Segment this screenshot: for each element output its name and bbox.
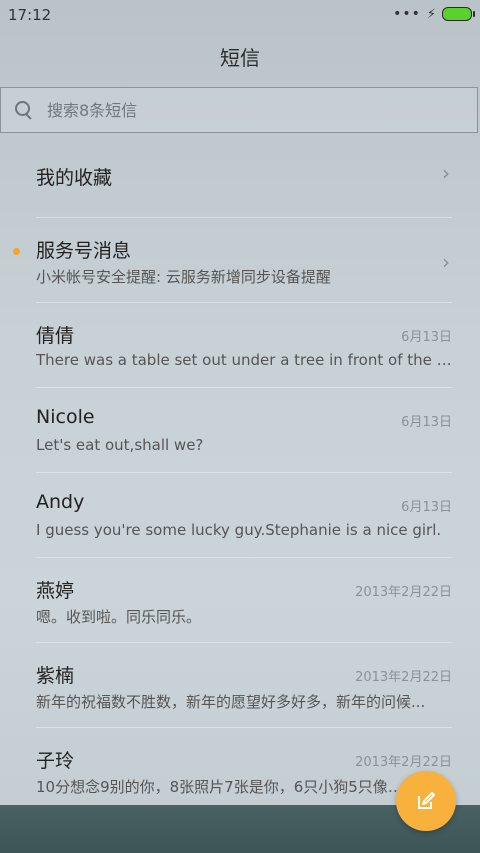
signal-dots-icon: ••• bbox=[393, 6, 421, 22]
list-item-date: 6月13日 bbox=[401, 415, 452, 430]
status-time: 17:12 bbox=[8, 6, 52, 24]
list-item[interactable]: 燕婷 2013年2月22日 嗯。收到啦。同乐同乐。 bbox=[36, 558, 452, 643]
chevron-right-icon: › bbox=[442, 161, 450, 185]
list-item[interactable]: 倩倩 6月13日 There was a table set out under… bbox=[36, 303, 452, 388]
search-input[interactable] bbox=[45, 99, 429, 121]
list-item-date: 6月13日 bbox=[401, 330, 452, 345]
list-item-title: 子玲 bbox=[36, 750, 75, 772]
list-item-title: 我的收藏 bbox=[36, 167, 113, 189]
search-icon bbox=[15, 101, 33, 120]
list-item-preview: I guess you're some lucky guy.Stephanie … bbox=[36, 521, 442, 539]
compose-icon bbox=[418, 792, 435, 809]
list-item-preview: 新年的祝福数不胜数，新年的愿望好多好多，新年的问候... bbox=[36, 693, 426, 711]
list-item-title: 紫楠 bbox=[36, 665, 75, 687]
unread-dot-icon bbox=[13, 248, 20, 255]
list-item-title: 燕婷 bbox=[36, 580, 75, 602]
status-bar: 17:12 ••• ⚡ bbox=[0, 0, 480, 30]
charging-icon: ⚡ bbox=[426, 6, 436, 22]
list-item[interactable]: Nicole 6月13日 Let's eat out,shall we? bbox=[36, 388, 452, 473]
list-item[interactable]: 子玲 2013年2月22日 10分想念9别的你，8张照片7张是你，6只小狗5只像… bbox=[36, 728, 452, 813]
list-item-date: 2013年2月22日 bbox=[355, 670, 452, 685]
search-bar[interactable] bbox=[0, 87, 478, 133]
list-item-title: 服务号消息 bbox=[36, 240, 132, 262]
page-title: 短信 bbox=[220, 45, 260, 70]
list-item-preview: Let's eat out,shall we? bbox=[36, 436, 204, 454]
list-item-preview: There was a table set out under a tree i… bbox=[36, 351, 452, 369]
compose-button[interactable] bbox=[396, 771, 456, 831]
list-item-title: Andy bbox=[36, 491, 85, 513]
status-icons: ••• ⚡ bbox=[393, 6, 475, 22]
battery-icon bbox=[442, 7, 475, 21]
list-item-date: 2013年2月22日 bbox=[355, 585, 452, 600]
list-item[interactable]: Andy 6月13日 I guess you're some lucky guy… bbox=[36, 473, 452, 558]
list-item-preview: 10分想念9别的你，8张照片7张是你，6只小狗5只像你... bbox=[36, 778, 416, 796]
favorites-item[interactable]: 我的收藏 › bbox=[36, 133, 452, 218]
service-messages-item[interactable]: 服务号消息 小米帐号安全提醒: 云服务新增同步设备提醒 › bbox=[13, 218, 452, 303]
list-item-preview: 嗯。收到啦。同乐同乐。 bbox=[36, 608, 202, 626]
list-item-title: 倩倩 bbox=[36, 325, 75, 347]
list-item[interactable]: 紫楠 2013年2月22日 新年的祝福数不胜数，新年的愿望好多好多，新年的问候.… bbox=[36, 643, 452, 728]
conversation-list: 我的收藏 › 服务号消息 小米帐号安全提醒: 云服务新增同步设备提醒 › 倩倩 … bbox=[0, 133, 480, 813]
list-item-title: Nicole bbox=[36, 406, 95, 428]
chevron-right-icon: › bbox=[442, 250, 450, 274]
list-item-date: 2013年2月22日 bbox=[355, 755, 452, 770]
list-item-preview: 小米帐号安全提醒: 云服务新增同步设备提醒 bbox=[36, 268, 331, 286]
list-item-date: 6月13日 bbox=[401, 500, 452, 515]
